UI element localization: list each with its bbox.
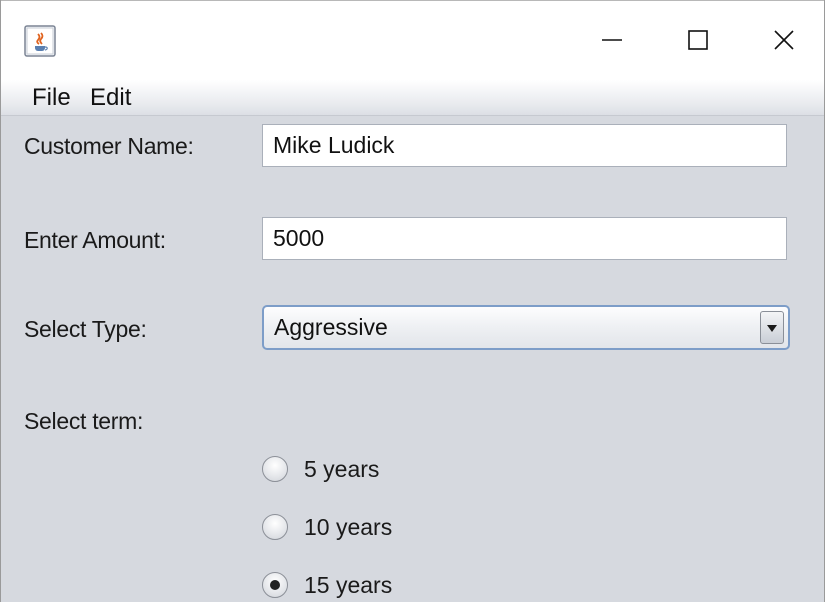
- amount-input[interactable]: [262, 217, 787, 260]
- customer-name-label: Customer Name:: [24, 133, 194, 159]
- close-icon: [774, 30, 794, 50]
- radio-button[interactable]: [262, 456, 288, 482]
- minimize-icon: [602, 39, 622, 41]
- minimize-button[interactable]: [570, 1, 654, 79]
- menu-file[interactable]: File: [32, 84, 71, 112]
- radio-button[interactable]: [262, 514, 288, 540]
- dropdown-arrow-button[interactable]: [760, 311, 784, 344]
- radio-selected-dot: [270, 580, 280, 590]
- type-label: Select Type:: [24, 316, 147, 342]
- type-dropdown[interactable]: Aggressive: [262, 305, 790, 350]
- java-coffee-cup-icon: [24, 25, 56, 57]
- amount-label: Enter Amount:: [24, 227, 166, 253]
- close-button[interactable]: [742, 1, 824, 79]
- radio-label: 5 years: [304, 456, 380, 482]
- term-radio-10[interactable]: 10 years: [262, 510, 392, 544]
- title-bar: [1, 0, 824, 80]
- maximize-icon: [688, 30, 708, 50]
- menu-bar: File Edit: [1, 80, 824, 116]
- term-radio-15[interactable]: 15 years: [262, 568, 392, 602]
- radio-label: 15 years: [304, 572, 393, 598]
- radio-button-selected[interactable]: [262, 572, 288, 598]
- term-label: Select term:: [24, 408, 144, 434]
- radio-label: 10 years: [304, 514, 393, 540]
- menu-edit[interactable]: Edit: [90, 84, 131, 112]
- chevron-down-icon: [767, 324, 777, 332]
- term-radio-5[interactable]: 5 years: [262, 452, 379, 486]
- maximize-button[interactable]: [656, 1, 740, 79]
- form-panel: Customer Name: Enter Amount: Select Type…: [1, 116, 824, 602]
- customer-name-input[interactable]: [262, 124, 787, 167]
- app-window: File Edit Customer Name: Enter Amount: S…: [0, 0, 825, 602]
- type-dropdown-value: Aggressive: [274, 314, 388, 340]
